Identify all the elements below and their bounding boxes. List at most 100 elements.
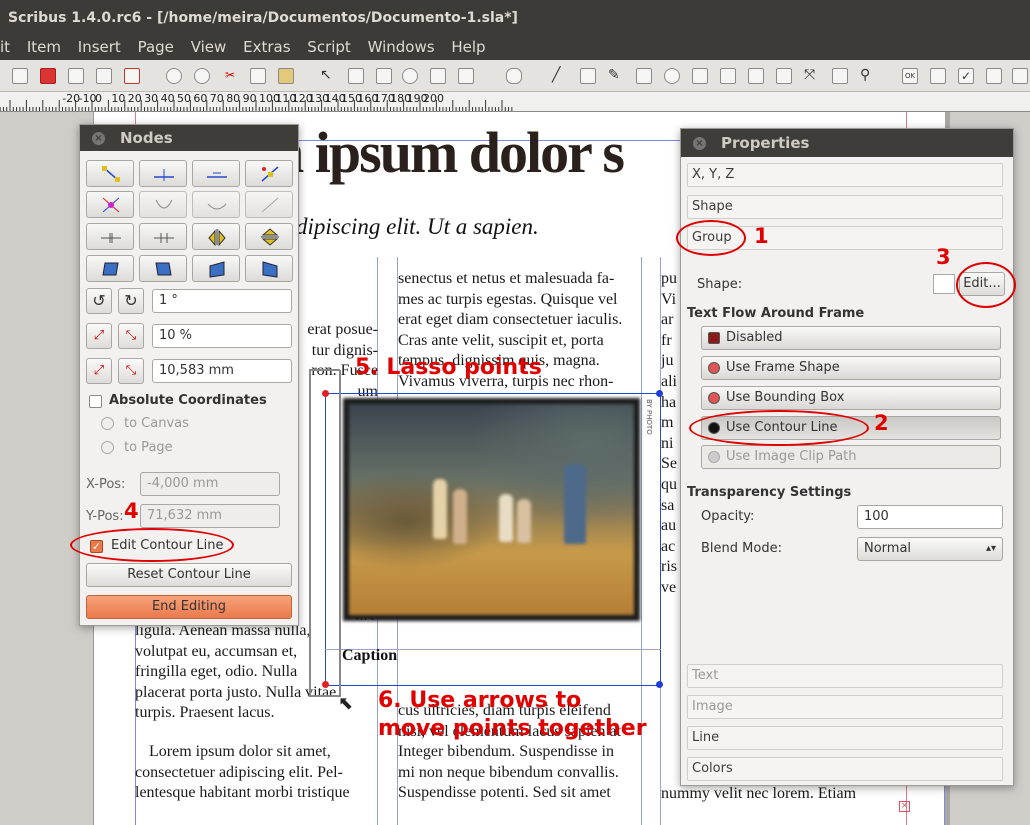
ypos-input[interactable]: 71,632 mm	[140, 504, 280, 528]
shear-right-button[interactable]	[139, 255, 187, 282]
shear-up-button[interactable]	[192, 255, 240, 282]
redo-icon[interactable]	[194, 68, 210, 84]
cut-icon[interactable]: ✂	[222, 68, 238, 84]
link-frames-icon[interactable]	[748, 68, 764, 84]
shear-left-button[interactable]	[86, 255, 134, 282]
shrink-mm-button[interactable]: ⤡	[118, 358, 144, 384]
pdf-export-icon[interactable]	[124, 68, 140, 84]
pdf-combobox-icon[interactable]	[986, 68, 1002, 84]
tab-line[interactable]: Line	[687, 726, 1003, 750]
end-editing-button[interactable]: End Editing	[86, 595, 292, 619]
absolute-coordinates-checkbox[interactable]	[89, 395, 102, 408]
close-icon[interactable]: ×	[92, 132, 105, 145]
to-page-radio[interactable]	[101, 441, 114, 454]
shear-down-button[interactable]	[245, 255, 293, 282]
text-frame-icon[interactable]	[348, 68, 364, 84]
pdf-push-button-icon[interactable]: OK	[902, 68, 918, 84]
scale-mm-input[interactable]: 10,583 mm	[152, 359, 292, 383]
polygon-icon[interactable]	[506, 68, 522, 84]
tab-image[interactable]: Image	[687, 695, 1003, 719]
column1-paragraph2[interactable]: Lorem ipsum dolor sit amet, consectetuer…	[135, 742, 378, 808]
edit-content-icon[interactable]	[692, 68, 708, 84]
add-nodes-button[interactable]	[139, 160, 187, 187]
tab-shape[interactable]: Shape	[687, 195, 1003, 219]
menu-extras[interactable]: Extras	[243, 38, 290, 56]
document-subhead[interactable]: dipiscing elit. Ut a sapien.	[296, 214, 539, 240]
text-flow-image-clip-button[interactable]: Use Image Clip Path	[701, 445, 1001, 469]
properties-dialog-titlebar[interactable]: × Properties	[681, 129, 1013, 157]
zoom-icon[interactable]	[664, 68, 680, 84]
bezier-icon[interactable]	[580, 68, 596, 84]
rotate-right-button[interactable]: ↻	[118, 288, 144, 314]
shape-preview-icon[interactable]	[933, 274, 955, 294]
contour-node[interactable]	[322, 390, 329, 397]
close-path-button[interactable]	[139, 223, 187, 250]
copy-icon[interactable]	[250, 68, 266, 84]
menu-item[interactable]: Item	[27, 38, 61, 56]
pdf-text-field-icon[interactable]	[930, 68, 946, 84]
shape-icon[interactable]	[458, 68, 474, 84]
symmetric-curves-button[interactable]	[192, 191, 240, 218]
horizontal-ruler[interactable]: -20 -10 0 10 20 30 40 50 60 70 80 90 100 110 120 130 140…	[0, 92, 1030, 112]
unlink-frames-icon[interactable]	[776, 68, 792, 84]
enlarge-mm-button[interactable]: ⤢	[86, 358, 112, 384]
menu-edit[interactable]: it	[0, 38, 10, 56]
xpos-input[interactable]: -4,000 mm	[140, 472, 280, 496]
menu-help[interactable]: Help	[451, 38, 485, 56]
pdf-checkbox-icon[interactable]: ✓	[958, 68, 974, 84]
paste-icon[interactable]	[278, 68, 294, 84]
reset-contour-button[interactable]: Reset Contour Line	[86, 563, 292, 587]
table-icon[interactable]	[430, 68, 446, 84]
image-frame-icon[interactable]	[376, 68, 392, 84]
opacity-input[interactable]: 100	[857, 505, 1003, 529]
select-icon[interactable]: ↖	[320, 68, 336, 84]
to-canvas-radio[interactable]	[101, 417, 114, 430]
contour-node[interactable]	[322, 681, 329, 688]
print-icon[interactable]	[12, 68, 28, 84]
mirror-vertical-button[interactable]	[245, 223, 293, 250]
scale-percent-input[interactable]: 10 %	[152, 324, 292, 348]
contour-node[interactable]	[656, 681, 663, 688]
text-flow-bounding-box-button[interactable]: Use Bounding Box	[701, 386, 1001, 410]
pdf-listbox-icon[interactable]	[1012, 68, 1028, 84]
rotate-icon[interactable]	[636, 68, 652, 84]
reset-this-control-button[interactable]	[245, 191, 293, 218]
eyedropper-icon[interactable]: ⚲	[860, 68, 876, 84]
freehand-icon[interactable]: ✎	[608, 68, 624, 84]
text-flow-disabled-button[interactable]: Disabled	[701, 326, 1001, 350]
text-flow-frame-shape-button[interactable]: Use Frame Shape	[701, 356, 1001, 380]
render-frame-icon[interactable]	[402, 68, 418, 84]
edit-text-icon[interactable]	[720, 68, 736, 84]
mirror-horizontal-button[interactable]	[192, 223, 240, 250]
menu-page[interactable]: Page	[138, 38, 174, 56]
menu-insert[interactable]: Insert	[78, 38, 121, 56]
menu-view[interactable]: View	[191, 38, 227, 56]
blend-mode-select[interactable]: Normal ▴▾	[857, 537, 1003, 561]
measure-icon[interactable]: ⤧	[804, 68, 820, 84]
tab-xyz[interactable]: X, Y, Z	[687, 163, 1003, 187]
reset-control-points-button[interactable]	[86, 191, 134, 218]
close-doc-icon[interactable]	[40, 68, 56, 84]
rotate-left-button[interactable]: ↺	[86, 288, 112, 314]
rotate-angle-input[interactable]: 1 °	[152, 289, 292, 313]
save-as-icon[interactable]	[68, 68, 84, 84]
tab-text[interactable]: Text	[687, 664, 1003, 688]
column3-last-line[interactable]: nummy velit nec lorem. Etiam	[661, 784, 906, 806]
menu-windows[interactable]: Windows	[368, 38, 435, 56]
asymmetric-curves-button[interactable]	[139, 191, 187, 218]
preflight-icon[interactable]	[96, 68, 112, 84]
line-icon[interactable]: ╱	[552, 68, 568, 84]
tab-colors[interactable]: Colors	[687, 757, 1003, 781]
text-overflow-icon[interactable]: ×	[899, 801, 910, 812]
contour-node[interactable]	[656, 390, 663, 397]
open-path-button[interactable]	[86, 223, 134, 250]
document-headline[interactable]: n ipsum dolor s	[272, 118, 625, 188]
shrink-button[interactable]: ⤡	[118, 323, 144, 349]
nodes-dialog-titlebar[interactable]: × Nodes	[80, 125, 298, 151]
move-control-points-button[interactable]	[245, 160, 293, 187]
move-nodes-button[interactable]	[86, 160, 134, 187]
close-icon[interactable]: ×	[693, 137, 706, 150]
menu-script[interactable]: Script	[307, 38, 351, 56]
delete-nodes-button[interactable]	[192, 160, 240, 187]
copy-properties-icon[interactable]	[832, 68, 848, 84]
